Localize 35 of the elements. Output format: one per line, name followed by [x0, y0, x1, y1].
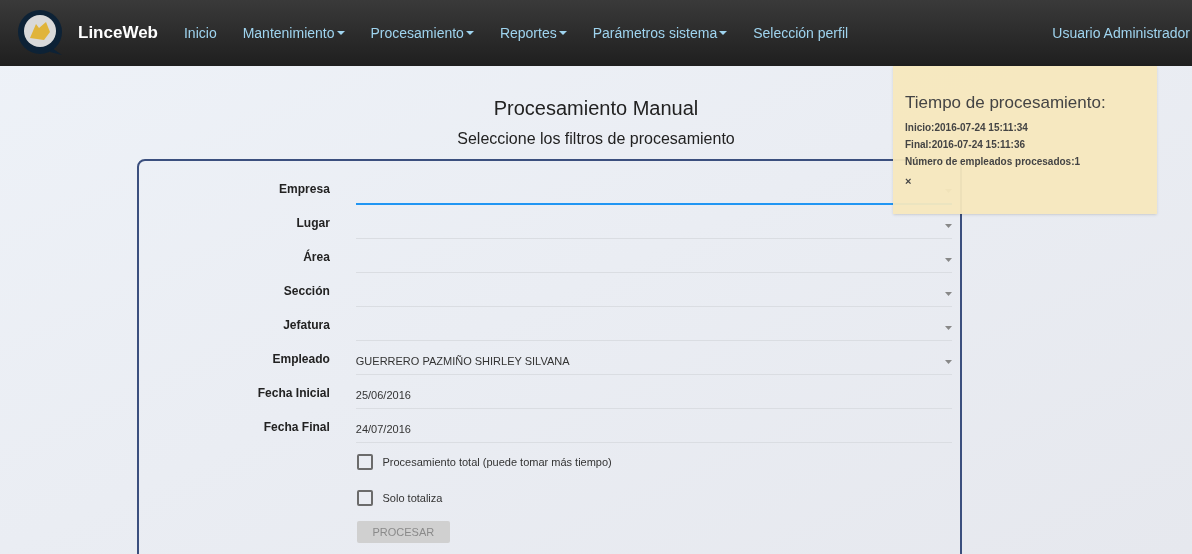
user-link[interactable]: Usuario Administrador [1052, 22, 1192, 44]
field-label: Jefatura [282, 317, 330, 334]
input-field[interactable]: 24/07/2016 [355, 417, 952, 443]
brand-name[interactable]: LinceWeb [78, 20, 158, 46]
checkbox-label: Procesamiento total (puede tomar más tiempo) [382, 454, 612, 470]
checkbox[interactable] [356, 490, 373, 506]
nav-link[interactable]: Inicio [184, 22, 217, 44]
close-button[interactable]: × [905, 174, 912, 188]
select-field[interactable]: GUERRERO PAZMIÑO SHIRLEY SILVANA [355, 349, 952, 375]
field-label: Lugar [295, 215, 330, 232]
nav-link[interactable]: Reportes [499, 22, 567, 44]
caret-icon [944, 325, 952, 330]
nav-link[interactable]: Procesamiento [370, 22, 474, 44]
field-label: Área [302, 248, 330, 266]
input-field[interactable]: 25/06/2016 [355, 383, 952, 409]
notification-text: Final:2016-07-24 15:11:36 [905, 139, 1027, 151]
page-subtitle: Seleccione los filtros de procesamiento [457, 129, 735, 149]
caret-icon [944, 359, 952, 364]
field-label: Fecha Inicial [256, 385, 330, 402]
caret-icon [944, 223, 952, 228]
notification-text: Inicio:2016-07-24 15:11:34 [905, 122, 1029, 134]
nav-link[interactable]: Parámetros sistema [592, 22, 728, 44]
notification-text: Número de empleados procesados:1 [905, 156, 1082, 168]
page-title: Procesamiento Manual [493, 96, 699, 120]
field-label: Fecha Final [262, 419, 330, 436]
field-label: Empleado [271, 351, 330, 368]
nav-link[interactable]: Mantenimiento [242, 22, 345, 44]
field-label: Empresa [278, 181, 330, 198]
caret-icon [944, 257, 952, 262]
notification-title: Tiempo de procesamiento: [905, 92, 1107, 114]
field-label: Sección [282, 283, 330, 300]
nav-link[interactable]: Selección perfil [753, 22, 849, 44]
caret-icon [944, 291, 952, 296]
checkbox[interactable] [356, 454, 373, 470]
checkbox-label: Solo totaliza [382, 490, 443, 506]
